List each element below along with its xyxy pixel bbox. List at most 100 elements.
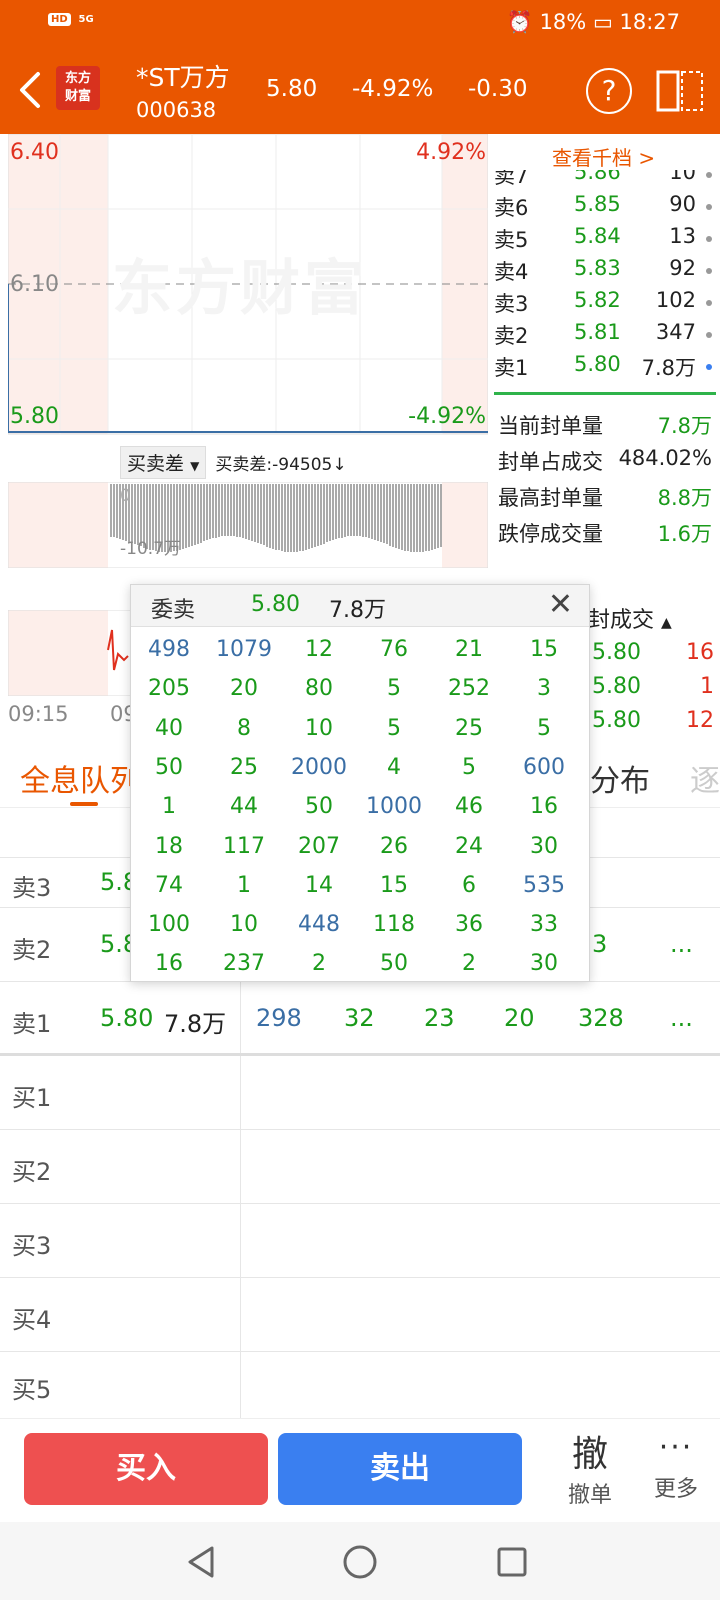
- back-button[interactable]: [14, 68, 44, 112]
- popup-order-cell[interactable]: 18: [131, 834, 207, 859]
- popup-order-cell[interactable]: 498: [131, 637, 207, 662]
- nav-recents-button[interactable]: [492, 1542, 532, 1582]
- popup-order-cell[interactable]: 14: [281, 873, 357, 898]
- popup-order-cell[interactable]: 21: [431, 637, 507, 662]
- popup-order-cell[interactable]: 1079: [206, 637, 282, 662]
- popup-order-cell[interactable]: 117: [206, 834, 282, 859]
- popup-order-cell[interactable]: 1: [131, 794, 207, 819]
- ask-row[interactable]: 卖7 5.86 10: [494, 170, 714, 192]
- close-icon[interactable]: ✕: [548, 589, 573, 621]
- popup-order-cell[interactable]: 76: [356, 637, 432, 662]
- intraday-chart[interactable]: 东方财富 6.40 4.92% 6.10 5.80 -4.92%: [8, 134, 488, 442]
- popup-order-cell[interactable]: 5: [506, 716, 582, 741]
- ask-row[interactable]: 卖4 5.83 92: [494, 256, 714, 288]
- queue-row-bid3[interactable]: 买3: [0, 1204, 720, 1278]
- queue-number[interactable]: 298: [256, 1004, 302, 1032]
- buy-button[interactable]: 买入: [24, 1433, 268, 1505]
- tab-distribution[interactable]: 分布: [590, 756, 650, 800]
- popup-order-cell[interactable]: 100: [131, 912, 207, 937]
- popup-order-cell[interactable]: 3: [506, 676, 582, 701]
- popup-order-cell[interactable]: 25: [206, 755, 282, 780]
- popup-order-cell[interactable]: 10: [206, 912, 282, 937]
- queue-row-bid4[interactable]: 买4: [0, 1278, 720, 1352]
- popup-order-cell[interactable]: 16: [506, 794, 582, 819]
- popup-order-cell[interactable]: 25: [431, 716, 507, 741]
- popup-order-cell[interactable]: 252: [431, 676, 507, 701]
- nav-back-button[interactable]: [182, 1542, 222, 1582]
- popup-order-cell[interactable]: 2: [281, 951, 357, 976]
- popup-order-cell[interactable]: 5: [431, 755, 507, 780]
- queue-row-ask1[interactable]: 卖1 5.80 7.8万 298 32 23 20 328 ...: [0, 982, 720, 1056]
- more-button[interactable]: ··· 更多: [636, 1425, 716, 1503]
- popup-order-cell[interactable]: 5: [356, 676, 432, 701]
- help-button[interactable]: ?: [586, 68, 632, 114]
- popup-title: 委卖: [151, 598, 196, 623]
- trades-header[interactable]: 封成交 ▲: [588, 602, 672, 634]
- view-depth-link[interactable]: 查看千档 >: [552, 142, 655, 171]
- popup-order-cell[interactable]: 33: [506, 912, 582, 937]
- popup-order-cell[interactable]: 16: [131, 951, 207, 976]
- ask-row[interactable]: 卖1 5.80 7.8万: [494, 352, 714, 384]
- ask-row[interactable]: 卖3 5.82 102: [494, 288, 714, 320]
- queue-number[interactable]: 328: [578, 1004, 624, 1032]
- popup-order-cell[interactable]: 40: [131, 716, 207, 741]
- popup-order-cell[interactable]: 15: [356, 873, 432, 898]
- popup-order-cell[interactable]: 80: [281, 676, 357, 701]
- popup-order-cell[interactable]: 44: [206, 794, 282, 819]
- popup-order-cell[interactable]: 50: [131, 755, 207, 780]
- popup-order-cell[interactable]: 50: [356, 951, 432, 976]
- popup-order-cell[interactable]: 30: [506, 951, 582, 976]
- queue-row-bid2[interactable]: 买2: [0, 1130, 720, 1204]
- queue-label: 卖3: [12, 874, 52, 902]
- popup-order-cell[interactable]: 205: [131, 676, 207, 701]
- indicator-dropdown[interactable]: 买卖差 ▼: [120, 446, 207, 479]
- queue-number[interactable]: 32: [344, 1004, 375, 1032]
- trade-price: 5.80: [592, 674, 641, 699]
- queue-number[interactable]: 23: [424, 1004, 455, 1032]
- popup-order-cell[interactable]: 448: [281, 912, 357, 937]
- stock-name[interactable]: *ST万方: [136, 58, 230, 94]
- queue-more[interactable]: ...: [670, 1004, 693, 1032]
- tab-full-queue[interactable]: 全息队列: [20, 756, 140, 800]
- popup-order-cell[interactable]: 46: [431, 794, 507, 819]
- ask-row[interactable]: 卖5 5.84 13: [494, 224, 714, 256]
- popup-order-cell[interactable]: 8: [206, 716, 282, 741]
- popup-order-cell[interactable]: 1: [206, 873, 282, 898]
- popup-order-cell[interactable]: 50: [281, 794, 357, 819]
- ask-row[interactable]: 卖6 5.85 90: [494, 192, 714, 224]
- app-logo: 东方 财富: [56, 66, 100, 110]
- popup-order-cell[interactable]: 4: [356, 755, 432, 780]
- popup-order-cell[interactable]: 15: [506, 637, 582, 662]
- ask-order-book: 卖7 5.86 10 卖6 5.85 90 卖5 5.84 13 卖4 5.83 92 卖3 5.…: [494, 170, 714, 394]
- popup-order-cell[interactable]: 74: [131, 873, 207, 898]
- cancel-order-button[interactable]: 撤 撤单: [550, 1425, 630, 1509]
- popup-order-cell[interactable]: 26: [356, 834, 432, 859]
- popup-order-cell[interactable]: 600: [506, 755, 582, 780]
- popup-order-cell[interactable]: 24: [431, 834, 507, 859]
- popup-order-cell[interactable]: 1000: [356, 794, 432, 819]
- queue-row-bid5[interactable]: 买5: [0, 1352, 720, 1418]
- tab-tick[interactable]: 逐: [690, 756, 720, 800]
- popup-order-cell[interactable]: 2000: [281, 755, 357, 780]
- volume-chart[interactable]: 0 -10.7万: [7, 481, 489, 569]
- popup-order-cell[interactable]: 10: [281, 716, 357, 741]
- ask-row[interactable]: 卖2 5.81 347: [494, 320, 714, 352]
- popup-order-cell[interactable]: 6: [431, 873, 507, 898]
- popup-order-cell[interactable]: 36: [431, 912, 507, 937]
- popup-order-cell[interactable]: 118: [356, 912, 432, 937]
- popup-order-cell[interactable]: 30: [506, 834, 582, 859]
- queue-more[interactable]: ...: [670, 930, 693, 958]
- popup-order-cell[interactable]: 2: [431, 951, 507, 976]
- nav-home-button[interactable]: [340, 1542, 380, 1582]
- popup-order-cell[interactable]: 5: [356, 716, 432, 741]
- sell-button[interactable]: 卖出: [278, 1433, 522, 1505]
- dot-icon: [706, 268, 712, 274]
- popup-order-cell[interactable]: 237: [206, 951, 282, 976]
- popup-order-cell[interactable]: 535: [506, 873, 582, 898]
- queue-number[interactable]: 20: [504, 1004, 535, 1032]
- popup-order-cell[interactable]: 207: [281, 834, 357, 859]
- layout-toggle-button[interactable]: [656, 68, 704, 114]
- popup-order-cell[interactable]: 12: [281, 637, 357, 662]
- queue-row-bid1[interactable]: 买1: [0, 1056, 720, 1130]
- popup-order-cell[interactable]: 20: [206, 676, 282, 701]
